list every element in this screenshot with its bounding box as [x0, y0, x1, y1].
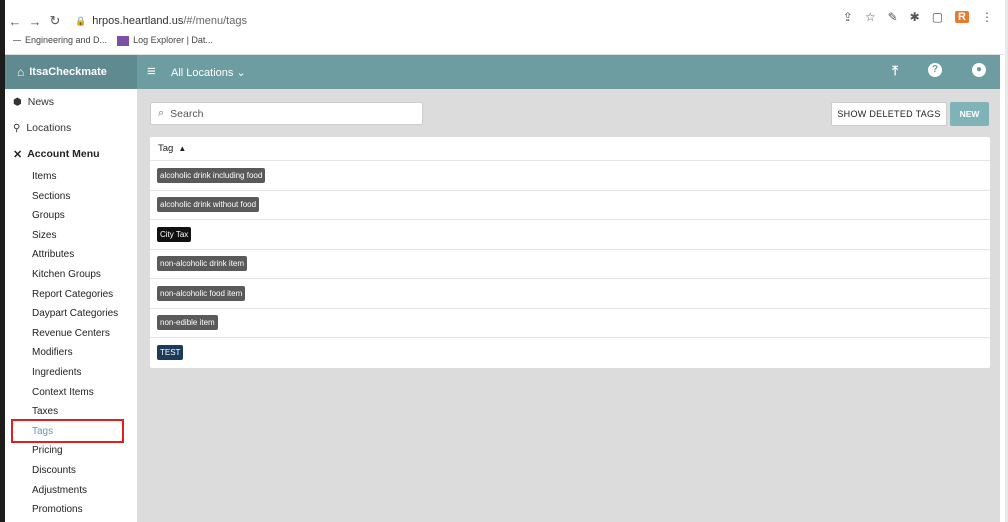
browser-chrome: ← → ↻ 🔒 hrpos.heartland.us/#/menu/tags ⇪…: [5, 0, 1003, 55]
bookmark-label: Engineering and D...: [25, 35, 108, 46]
tags-table: Tag ▲ alcoholic drink including food alco…: [150, 137, 990, 368]
puzzle-icon[interactable]: ✱: [910, 10, 920, 24]
table-row[interactable]: alcoholic drink including food: [150, 161, 990, 191]
sidebar-item-taxes[interactable]: Taxes: [5, 402, 137, 422]
sidebar-item-revenue-centers[interactable]: Revenue Centers: [5, 324, 137, 344]
sidebar-item-locations[interactable]: ⚲ Locations: [5, 115, 137, 141]
sidebar-item-daypart-categories[interactable]: Daypart Categories: [5, 304, 137, 324]
url-path: /#/menu/tags: [183, 15, 247, 27]
brand-link[interactable]: ⌂ ItsaCheckmate: [5, 55, 137, 89]
sidebar-item-items[interactable]: Items: [5, 167, 137, 187]
sidebar-items: Items Sections Groups Sizes Attributes Kitche…: [5, 167, 137, 520]
sidebar-item-news[interactable]: ⬢ News: [5, 89, 137, 115]
location-selector[interactable]: All Locations ⌄: [171, 66, 246, 79]
sidebar-item-promotions[interactable]: Promotions: [5, 500, 137, 520]
bookmark-favicon-icon: [117, 35, 130, 46]
tag-badge[interactable]: non-edible item: [157, 315, 218, 331]
sidebar-section-label: Account Menu: [27, 148, 100, 160]
forward-arrow-icon[interactable]: →: [25, 14, 45, 29]
tag-badge[interactable]: non-alcoholic food item: [157, 285, 246, 301]
table-row[interactable]: non-edible item: [150, 309, 990, 338]
sidebar-item-modifiers[interactable]: Modifiers: [5, 343, 137, 363]
sidebar: ⬢ News ⚲ Locations ✕ Account Menu Items Sect…: [5, 89, 137, 522]
search-placeholder: Search: [170, 107, 204, 120]
location-selector-label: All Locations: [171, 67, 234, 79]
table-row[interactable]: non-alcoholic drink item: [150, 250, 990, 279]
sort-ascending-icon: ▲: [178, 144, 187, 153]
user-icon[interactable]: ●: [972, 63, 986, 77]
sidebar-item-attributes[interactable]: Attributes: [5, 245, 137, 265]
app-topbar: ⌂ ItsaCheckmate ≡ All Locations ⌄ ⤒ ? ●: [5, 55, 1000, 89]
chevron-down-icon: ⌄: [236, 67, 246, 79]
reload-icon[interactable]: ↻: [45, 13, 65, 29]
sidepanel-icon[interactable]: ▢: [932, 10, 943, 24]
extension-icon[interactable]: ✎: [888, 10, 898, 24]
table-row[interactable]: alcoholic drink without food: [150, 191, 990, 220]
sidebar-item-kitchen-groups[interactable]: Kitchen Groups: [5, 265, 137, 285]
map-pin-icon: ⚲: [13, 122, 21, 134]
tag-badge[interactable]: TEST: [157, 345, 184, 361]
sidebar-item-ingredients[interactable]: Ingredients: [5, 363, 137, 383]
topbar-icons: ⤒ ? ●: [892, 63, 986, 79]
url-host: hrpos.heartland.us: [92, 15, 184, 27]
utensils-icon: ✕: [13, 148, 23, 161]
lock-icon: 🔒: [75, 15, 87, 26]
sidebar-item-context-items[interactable]: Context Items: [5, 383, 137, 403]
column-header-label: Tag: [158, 143, 174, 154]
sidebar-item-label: Locations: [26, 122, 72, 134]
tag-badge[interactable]: City Tax: [157, 226, 192, 242]
sidebar-item-report-categories[interactable]: Report Categories: [5, 285, 137, 305]
table-header-tag[interactable]: Tag ▲: [150, 137, 990, 161]
sidebar-item-adjustments[interactable]: Adjustments: [5, 481, 137, 501]
new-tag-button[interactable]: NEW: [950, 102, 989, 126]
bookmark-dash-icon: [13, 40, 21, 42]
star-icon[interactable]: ☆: [865, 10, 876, 24]
publish-icon[interactable]: ⤒: [892, 63, 898, 79]
tag-badge[interactable]: alcoholic drink without food: [157, 197, 260, 213]
main-content: ⌕ Search SHOW DELETED TAGS NEW Tag ▲ alc…: [137, 89, 1000, 522]
bookmark-label: Log Explorer | Dat...: [133, 35, 213, 45]
browser-toolbar-icons: ⇪ ☆ ✎ ✱ ▢ R ⋮: [843, 10, 993, 24]
news-icon: ⬢: [13, 96, 22, 108]
kebab-menu-icon[interactable]: ⋮: [981, 10, 993, 24]
table-body: alcoholic drink including food alcoholic …: [150, 161, 990, 368]
bookmark-engineering[interactable]: Engineering and D...: [13, 35, 107, 45]
hamburger-menu-icon[interactable]: ≡: [147, 63, 156, 80]
search-input[interactable]: ⌕ Search: [150, 102, 423, 125]
profile-extension-icon[interactable]: R: [955, 11, 969, 23]
bookmark-log-explorer[interactable]: Log Explorer | Dat...: [117, 35, 213, 46]
brand-name: ItsaCheckmate: [29, 66, 107, 78]
bookmarks-bar: Engineering and D... Log Explorer | Dat.…: [13, 35, 213, 46]
table-row[interactable]: City Tax: [150, 220, 990, 250]
sidebar-item-pricing[interactable]: Pricing: [5, 441, 137, 461]
sidebar-item-label: News: [27, 96, 54, 108]
sidebar-item-sizes[interactable]: Sizes: [5, 226, 137, 246]
tag-badge[interactable]: non-alcoholic drink item: [157, 256, 248, 272]
address-bar[interactable]: hrpos.heartland.us/#/menu/tags: [92, 15, 247, 27]
table-row[interactable]: non-alcoholic food item: [150, 279, 990, 309]
home-icon: ⌂: [17, 65, 25, 79]
share-icon[interactable]: ⇪: [843, 10, 853, 24]
sidebar-item-groups[interactable]: Groups: [5, 206, 137, 226]
show-deleted-tags-button[interactable]: SHOW DELETED TAGS: [831, 102, 947, 126]
sidebar-item-sections[interactable]: Sections: [5, 187, 137, 207]
tag-badge[interactable]: alcoholic drink including food: [157, 167, 266, 183]
sidebar-item-discounts[interactable]: Discounts: [5, 461, 137, 481]
back-arrow-icon[interactable]: ←: [5, 14, 25, 29]
sidebar-section-account-menu[interactable]: ✕ Account Menu: [5, 141, 137, 167]
table-row[interactable]: TEST: [150, 338, 990, 368]
sidebar-item-tags[interactable]: Tags: [5, 422, 137, 442]
help-icon[interactable]: ?: [928, 63, 942, 77]
search-icon: ⌕: [158, 107, 165, 119]
